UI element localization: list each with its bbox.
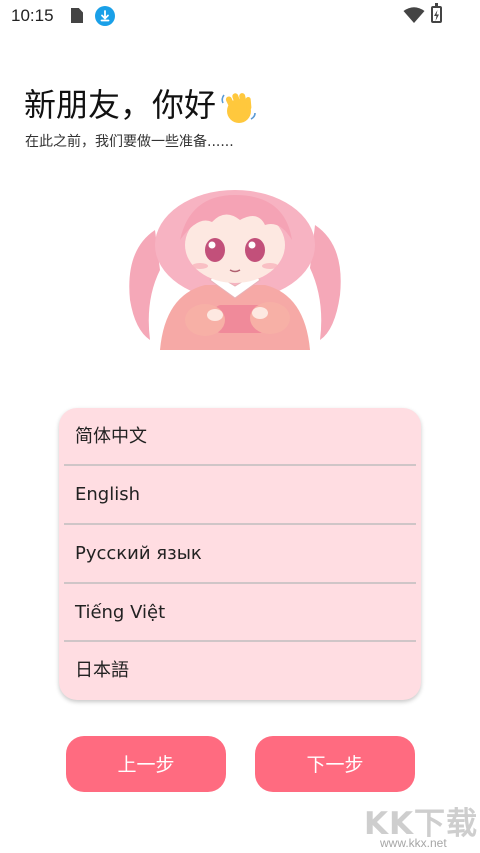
language-option-ru[interactable]: Русский язык [59, 525, 421, 583]
sim-card-icon [71, 8, 83, 23]
greeting-title-text: 新朋友，你好 [24, 86, 217, 124]
waving-hand-icon [221, 93, 256, 123]
language-option-en[interactable]: English [59, 466, 421, 524]
anime-girl-illustration [129, 190, 341, 350]
wifi-icon [403, 7, 425, 23]
language-option-vi[interactable]: Tiếng Việt [59, 584, 421, 642]
status-bar: 10:15 [0, 0, 480, 32]
watermark-url: www.kkx.net [380, 836, 447, 850]
greeting-subtitle: 在此之前，我们要做一些准备...... [25, 134, 234, 150]
watermark: KK下载 www.kkx.net [362, 796, 480, 853]
greeting-title: 新朋友，你好 [24, 80, 258, 127]
download-icon [95, 6, 115, 26]
status-time: 10:15 [11, 6, 54, 25]
language-option-zh[interactable]: 简体中文 [59, 408, 421, 466]
previous-step-button[interactable]: 上一步 [66, 736, 226, 792]
battery-charging-icon [431, 3, 442, 23]
language-option-ja[interactable]: 日本語 [59, 642, 421, 700]
next-step-button[interactable]: 下一步 [255, 736, 415, 792]
language-list: 简体中文 English Русский язык Tiếng Việt 日本語 [59, 408, 421, 700]
